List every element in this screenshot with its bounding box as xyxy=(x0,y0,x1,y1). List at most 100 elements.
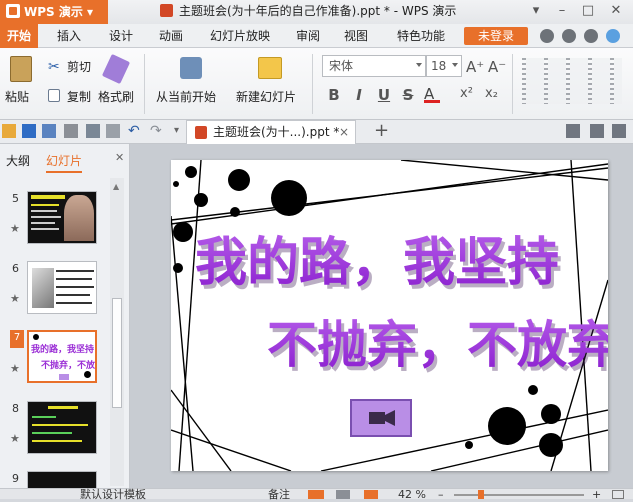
new-tab-icon[interactable]: + xyxy=(374,120,389,142)
paragraph-tools-icon[interactable] xyxy=(522,58,622,104)
minimize-button[interactable]: – xyxy=(548,0,576,22)
tab-insert[interactable]: 插入 xyxy=(48,24,90,48)
sorter-view-icon[interactable] xyxy=(336,490,350,499)
normal-view-icon[interactable] xyxy=(308,490,324,499)
slide-thumbnail-9[interactable] xyxy=(27,471,97,488)
tab-design[interactable]: 设计 xyxy=(100,24,142,48)
thumb-number: 9 xyxy=(12,472,19,485)
tab-slideshow[interactable]: 幻灯片放映 xyxy=(202,24,278,48)
paste-label[interactable]: 粘贴 xyxy=(5,90,29,104)
copy-icon[interactable] xyxy=(48,89,60,102)
slide-thumbnail-6[interactable] xyxy=(27,261,97,314)
settings-icon[interactable] xyxy=(612,124,626,138)
font-size-select[interactable]: 18 xyxy=(426,55,462,77)
tab-outline[interactable]: 大纲 xyxy=(6,152,30,169)
app-menu-button[interactable]: WPS 演示 ▾ xyxy=(0,0,108,24)
undo-icon[interactable]: ↶ xyxy=(128,123,140,139)
wps-logo-icon xyxy=(6,4,20,18)
play-from-current-icon[interactable] xyxy=(180,57,202,79)
save-icon[interactable] xyxy=(22,124,36,138)
from-current-button[interactable]: 从当前开始 xyxy=(156,90,216,104)
tab-features[interactable]: 特色功能 xyxy=(388,24,454,48)
thumb-number-selected: 7 xyxy=(10,330,24,348)
scroll-up-icon[interactable]: ▲ xyxy=(113,182,119,191)
help-icon[interactable] xyxy=(606,29,620,43)
maximize-button[interactable]: □ xyxy=(574,0,602,22)
zoom-slider[interactable] xyxy=(454,494,584,496)
open-folder-icon[interactable] xyxy=(2,124,16,138)
underline-button[interactable]: U xyxy=(375,85,393,105)
animation-star-icon: ★ xyxy=(10,292,20,305)
scissors-icon[interactable]: ✂ xyxy=(48,60,62,74)
slide-title-line2[interactable]: 不抛弃，不放弃 xyxy=(267,315,608,374)
thumb-number: 6 xyxy=(12,262,19,275)
copy-icon[interactable] xyxy=(106,124,120,138)
zoom-in-icon[interactable]: + xyxy=(592,488,601,501)
tab-animation[interactable]: 动画 xyxy=(150,24,192,48)
chevron-down-icon xyxy=(452,63,458,67)
notes-button[interactable]: 备注 xyxy=(268,488,290,502)
subscript-icon[interactable]: x₂ xyxy=(485,86,498,101)
slide-thumbnail-8[interactable] xyxy=(27,401,97,454)
decrease-font-icon[interactable]: A⁻ xyxy=(488,58,506,76)
paste-icon[interactable] xyxy=(10,56,32,82)
slide-canvas: 我的路，我坚持 我的路，我坚持 不抛弃，不放弃 不抛弃，不放弃 xyxy=(130,144,633,488)
app-name: WPS 演示 xyxy=(24,5,83,19)
new-slide-icon[interactable] xyxy=(258,57,282,79)
print-preview-icon[interactable] xyxy=(86,124,100,138)
close-icon[interactable]: × xyxy=(339,121,349,143)
tab-slides[interactable]: 幻灯片 xyxy=(46,152,83,173)
tools-icon[interactable] xyxy=(566,124,580,138)
close-button[interactable]: ✕ xyxy=(602,0,630,22)
new-slide-button[interactable]: 新建幻灯片 xyxy=(236,90,296,104)
thumbnail-scrollbar[interactable]: ▲ xyxy=(110,178,124,486)
increase-font-icon[interactable]: A⁺ xyxy=(466,58,484,76)
tab-start[interactable]: 开始 xyxy=(0,24,38,48)
ppt-file-icon xyxy=(160,4,173,17)
tab-view[interactable]: 视图 xyxy=(336,24,376,48)
format-painter-button[interactable]: 格式刷 xyxy=(98,90,134,104)
font-name-select[interactable]: 宋体 xyxy=(322,55,426,77)
window-icon[interactable] xyxy=(590,124,604,138)
strikethrough-button[interactable]: S xyxy=(399,85,417,105)
template-name[interactable]: 默认设计模板 xyxy=(80,488,146,502)
customize-toolbar-icon[interactable]: ▾ xyxy=(174,125,179,136)
close-icon[interactable]: ✕ xyxy=(115,151,124,164)
cut-button[interactable]: 剪切 xyxy=(67,60,91,74)
thumb-number: 8 xyxy=(12,402,19,415)
shirt-icon[interactable] xyxy=(584,29,598,43)
superscript-icon[interactable]: x² xyxy=(460,86,473,101)
zoom-slider-thumb[interactable] xyxy=(478,490,484,499)
print-icon[interactable] xyxy=(64,124,78,138)
animation-star-icon: ★ xyxy=(10,222,20,235)
video-action-button[interactable] xyxy=(350,399,412,437)
share-icon[interactable] xyxy=(562,29,576,43)
output-icon[interactable] xyxy=(42,124,56,138)
italic-button[interactable]: I xyxy=(350,85,368,105)
document-tab[interactable]: 主题班会(为十...).ppt * × xyxy=(186,120,356,144)
scrollbar-thumb[interactable] xyxy=(112,298,122,408)
zoom-out-icon[interactable]: – xyxy=(438,488,444,501)
ribbon-separator xyxy=(144,54,145,114)
slide-thumbnail-5[interactable] xyxy=(27,191,97,244)
slide-thumbnail-7[interactable]: 我的路，我坚持 不抛弃，不放弃 xyxy=(27,330,97,383)
bold-button[interactable]: B xyxy=(325,85,343,105)
current-slide: 我的路，我坚持 我的路，我坚持 不抛弃，不放弃 不抛弃，不放弃 xyxy=(171,160,608,471)
chevron-down-icon xyxy=(416,63,422,67)
thumb-number: 5 xyxy=(12,192,19,205)
font-color-icon[interactable]: A xyxy=(424,85,440,103)
ribbon-collapse-button[interactable]: ▾ xyxy=(522,0,550,22)
slide-artwork: 我的路，我坚持 我的路，我坚持 不抛弃，不放弃 不抛弃，不放弃 xyxy=(171,160,608,471)
tab-review[interactable]: 审阅 xyxy=(288,24,328,48)
copy-button[interactable]: 复制 xyxy=(67,90,91,104)
login-button[interactable]: 未登录 xyxy=(464,27,528,45)
ribbon-separator xyxy=(512,54,513,114)
slide-title-line1[interactable]: 我的路，我坚持 xyxy=(195,232,559,293)
window-title: 主题班会(为十年后的自己作准备).ppt * - WPS 演示 xyxy=(160,0,456,24)
slideshow-view-icon[interactable] xyxy=(364,490,378,499)
skin-icon[interactable] xyxy=(540,29,554,43)
ppt-file-icon xyxy=(195,126,207,139)
fit-window-icon[interactable] xyxy=(612,490,624,499)
animation-star-icon: ★ xyxy=(10,362,20,375)
redo-icon[interactable]: ↷ xyxy=(150,123,162,139)
